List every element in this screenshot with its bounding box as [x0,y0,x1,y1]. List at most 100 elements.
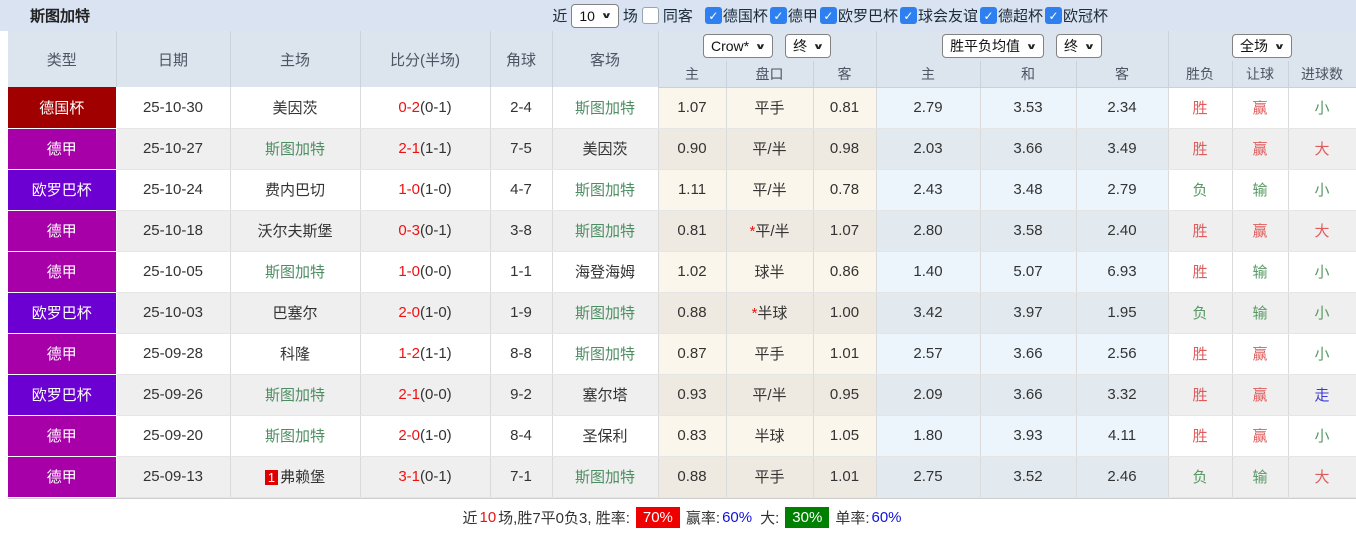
home-team[interactable]: 沃尔夫斯堡 [230,210,361,252]
result-outcome: 胜 [1168,128,1233,170]
match-scope-value: 全场 [1240,38,1269,54]
corner-score: 7-1 [490,456,553,498]
table-row: 德甲 25-10-27 斯图加特 2-1(1-1) 7-5 美因茨 0.90 平… [8,128,1356,170]
competition-checkbox[interactable]: ✓ [899,7,917,24]
score-cell: 2-1(1-1) [360,128,491,170]
away-team[interactable]: 斯图加特 [552,210,659,252]
competition-label: 德国杯 [722,8,768,25]
match-scope-select[interactable]: 全场 ∨ [1232,34,1292,58]
ah-home-odds: 0.90 [658,128,727,170]
match-date: 25-09-13 [116,456,231,498]
same-opponent-checkbox[interactable] [641,7,659,24]
home-team-name: 斯图加特 [264,428,325,445]
handicap-value: 平手 [754,100,785,117]
competition-checkbox[interactable]: ✓ [819,7,837,24]
away-team[interactable]: 圣保利 [552,415,659,457]
avg-away-odds: 3.32 [1076,374,1169,416]
half-score: (0-1) [420,468,452,485]
matches-table: 类型 日期 主场 比分(半场) 角球 客场 Crow* ∨ 终 ∨ 胜平负均值 … [8,31,1356,498]
away-team-name: 塞尔塔 [582,387,628,404]
match-date: 25-10-03 [116,292,231,334]
home-team[interactable]: 巴塞尔 [230,292,361,334]
subheader-handicap: 盘口 [726,61,814,88]
away-team[interactable]: 斯图加特 [552,333,659,375]
result-handicap: 输 [1232,292,1289,334]
match-date: 25-09-26 [116,374,231,416]
type-badge: 欧罗巴杯 [8,374,117,416]
corner-score: 8-8 [490,333,553,375]
handicap-value: 半球 [757,305,788,322]
type-badge: 德甲 [8,415,117,457]
competition-checkbox[interactable]: ✓ [979,7,997,24]
half-score: (1-0) [420,181,452,198]
big-rate-badge: 30% [785,506,830,528]
big-rate-label: 大: [760,509,780,527]
type-badge: 德甲 [8,251,117,293]
home-team[interactable]: 科隆 [230,333,361,375]
handicap-value: 平手 [754,346,785,363]
away-team[interactable]: 斯图加特 [552,87,659,129]
summary-count: 10 [479,508,497,526]
avg-draw-odds: 3.66 [980,374,1077,416]
header-home: 主场 [230,31,361,87]
handicap-value: 平/半 [752,141,787,158]
result-goals: 走 [1288,374,1356,416]
chevron-down-icon: ∨ [1083,41,1096,51]
result-goals: 小 [1288,87,1356,129]
competition-checkbox[interactable]: ✓ [769,7,787,24]
avg-home-odds: 2.57 [876,333,981,375]
away-team[interactable]: 斯图加特 [552,456,659,498]
home-team[interactable]: 斯图加特 [230,251,361,293]
table-row: 德甲 25-10-05 斯图加特 1-0(0-0) 1-1 海登海姆 1.02 … [8,251,1356,293]
full-score: 2-0 [398,427,420,444]
avg-away-odds: 2.40 [1076,210,1169,252]
type-badge: 欧罗巴杯 [8,169,117,211]
avg-home-odds: 2.09 [876,374,981,416]
handicap-cell: 平/半 [726,128,814,170]
match-date: 25-09-20 [116,415,231,457]
result-handicap: 赢 [1232,333,1289,375]
result-goals: 大 [1288,456,1356,498]
ah-home-odds: 1.02 [658,251,727,293]
away-team[interactable]: 海登海姆 [552,251,659,293]
home-team[interactable]: 斯图加特 [230,128,361,170]
avg-draw-odds: 3.66 [980,333,1077,375]
avg-draw-odds: 3.66 [980,128,1077,170]
match-date: 25-10-24 [116,169,231,211]
away-team[interactable]: 塞尔塔 [552,374,659,416]
handicap-value: 平手 [754,469,785,486]
handicap-value: 平/半 [755,223,790,240]
avg-away-odds: 2.56 [1076,333,1169,375]
ah-away-odds: 0.95 [813,374,877,416]
away-team[interactable]: 斯图加特 [552,169,659,211]
home-team[interactable]: 斯图加特 [230,415,361,457]
type-badge: 欧罗巴杯 [8,292,117,334]
subheader-ah-away: 客 [813,61,877,88]
away-team[interactable]: 斯图加特 [552,292,659,334]
handicap-cell: 球半 [726,251,814,293]
result-handicap: 赢 [1232,128,1289,170]
rank-badge: 1 [264,470,279,485]
avg-type-value: 胜平负均值 [950,38,1021,54]
recent-count-select[interactable]: 10 ∨ [571,3,619,28]
avg-type-select[interactable]: 胜平负均值 ∨ [942,34,1044,58]
home-team[interactable]: 美因茨 [230,87,361,129]
full-score: 2-0 [398,304,420,321]
single-rate-label: 单率: [835,509,870,527]
home-team[interactable]: 1 弗赖堡 [230,456,361,498]
score-cell: 0-3(0-1) [360,210,491,252]
full-score: 3-1 [398,468,420,485]
competition-checkbox[interactable]: ✓ [1044,7,1062,24]
away-team[interactable]: 美因茨 [552,128,659,170]
home-team[interactable]: 费内巴切 [230,169,361,211]
avg-stage-select[interactable]: 终 ∨ [1056,34,1102,58]
home-team[interactable]: 斯图加特 [230,374,361,416]
result-outcome: 胜 [1168,251,1233,293]
type-badge: 德甲 [8,456,117,498]
odds-company-select[interactable]: Crow* ∨ [703,34,774,58]
avg-away-odds: 4.11 [1076,415,1169,457]
full-score: 2-1 [398,386,420,403]
odds-stage-select[interactable]: 终 ∨ [785,34,831,58]
competition-checkbox[interactable]: ✓ [704,7,722,24]
recent-count-value: 10 [579,7,595,24]
